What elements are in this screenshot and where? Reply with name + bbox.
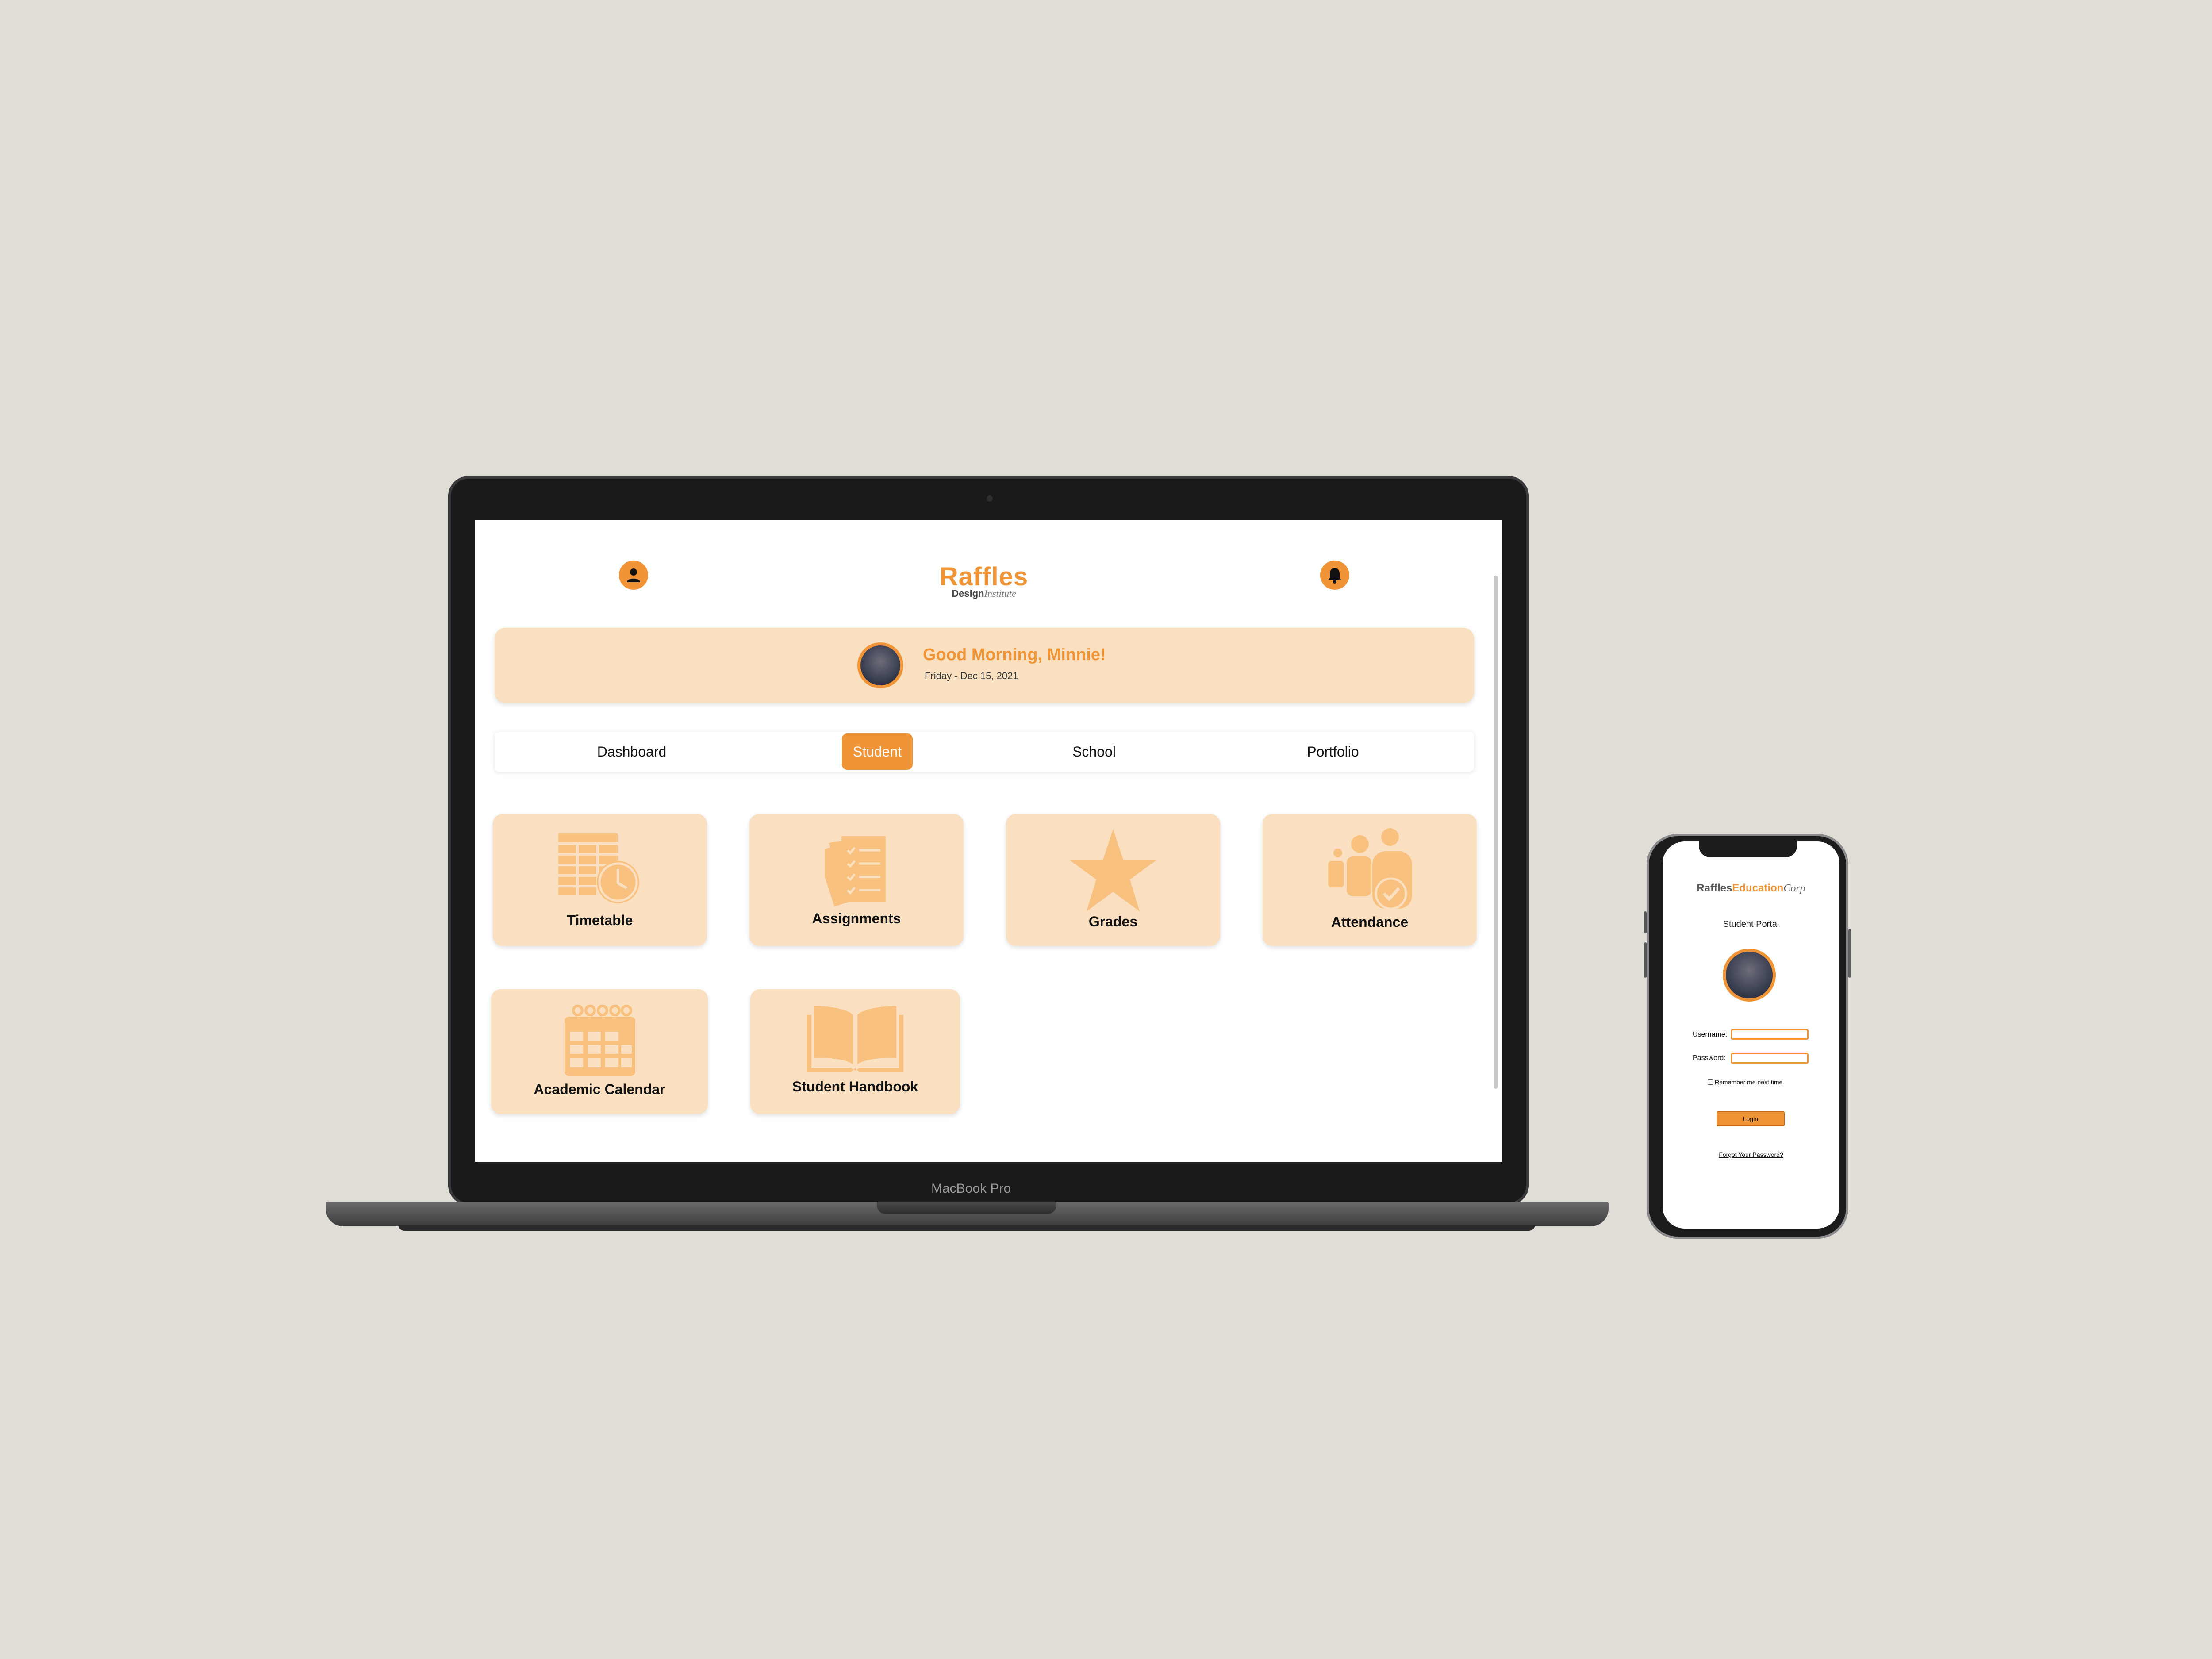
logo-main: Raffles: [939, 562, 1029, 591]
password-label: Password:: [1693, 1054, 1726, 1062]
book-icon: [807, 1006, 903, 1072]
tab-portfolio[interactable]: Portfolio: [1278, 732, 1388, 772]
logo-sub: DesignInstitute: [918, 588, 1050, 599]
laptop-notch: [877, 1202, 1056, 1214]
phone-logo-part1: Raffles: [1697, 882, 1732, 894]
logo-sub-bold: Design: [952, 588, 984, 599]
phone-power-button: [1848, 929, 1851, 978]
phone-avatar: [1723, 949, 1776, 1002]
portal-title: Student Portal: [1723, 919, 1779, 929]
scrollbar[interactable]: [1494, 576, 1498, 1089]
tile-assignments[interactable]: Assignments: [749, 814, 964, 946]
greeting-card: Good Morning, Minnie! Friday - Dec 15, 2…: [495, 628, 1474, 703]
tile-grades[interactable]: Grades: [1006, 814, 1220, 946]
username-field[interactable]: [1731, 1029, 1809, 1040]
assignments-icon: [825, 836, 886, 907]
tile-label: Timetable: [567, 912, 633, 928]
logo: Raffles DesignInstitute: [918, 562, 1050, 599]
timetable-icon: [558, 833, 639, 903]
greeting-date: Friday - Dec 15, 2021: [925, 670, 1018, 681]
calendar-icon: [565, 1005, 635, 1076]
laptop-screen: Raffles DesignInstitute Good Morning, Mi…: [475, 520, 1502, 1162]
tile-label: Assignments: [812, 910, 901, 926]
username-label: Username:: [1693, 1031, 1728, 1038]
tile-label: Academic Calendar: [534, 1081, 665, 1097]
tab-student[interactable]: Student: [842, 733, 913, 770]
password-field[interactable]: [1731, 1053, 1809, 1064]
login-button[interactable]: Login: [1717, 1111, 1785, 1126]
notification-button[interactable]: [1320, 561, 1349, 590]
profile-button[interactable]: [619, 561, 648, 590]
tile-label: Grades: [1088, 914, 1138, 929]
phone-logo-part3: Corp: [1783, 883, 1805, 894]
nav-tabs: Dashboard Student School Portfolio: [495, 732, 1474, 772]
remember-label: Remember me next time: [1715, 1079, 1783, 1086]
tile-student-handbook[interactable]: Student Handbook: [750, 989, 960, 1114]
user-icon: [627, 568, 640, 582]
attendance-icon: [1328, 828, 1412, 910]
bell-icon: [1328, 568, 1341, 584]
logo-sub-italic: Institute: [984, 588, 1016, 599]
remember-checkbox[interactable]: [1708, 1079, 1713, 1085]
camera: [987, 495, 993, 502]
phone-notch: [1699, 841, 1797, 857]
greeting-title: Good Morning, Minnie!: [923, 645, 1106, 664]
forgot-password-link[interactable]: Forgot Your Password?: [1663, 1151, 1839, 1158]
tile-attendance[interactable]: Attendance: [1263, 814, 1477, 946]
star-icon: [1070, 829, 1156, 911]
tile-label: Attendance: [1331, 914, 1409, 930]
device-label: MacBook Pro: [931, 1181, 1011, 1196]
tile-academic-calendar[interactable]: Academic Calendar: [491, 989, 708, 1114]
laptop-feet: [398, 1225, 1535, 1231]
avatar: [857, 642, 903, 688]
phone-screen: RafflesEducationCorp Student Portal User…: [1663, 841, 1839, 1229]
tab-dashboard[interactable]: Dashboard: [568, 732, 696, 772]
tile-timetable[interactable]: Timetable: [493, 814, 707, 946]
phone-logo: RafflesEducationCorp: [1663, 882, 1839, 895]
phone-logo-part2: Education: [1732, 882, 1784, 894]
tab-school[interactable]: School: [1050, 732, 1138, 772]
tile-label: Student Handbook: [792, 1079, 918, 1094]
